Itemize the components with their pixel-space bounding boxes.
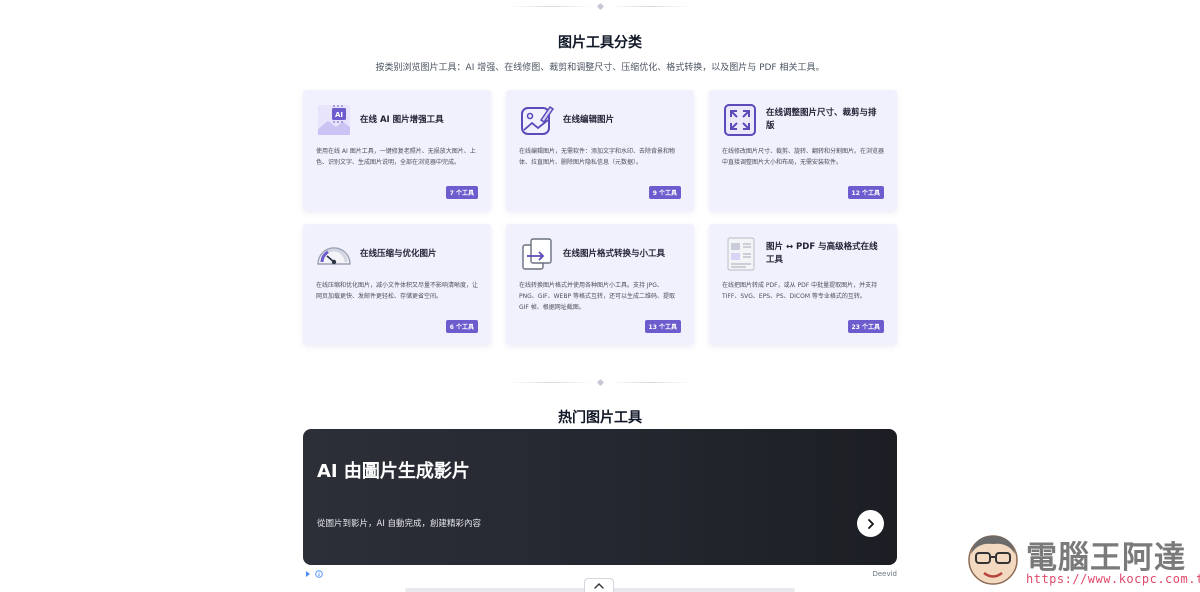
card-description: 在线转换图片格式并使用各种图片小工具。支持 JPG、PNG、GIF、WEBP 等… bbox=[519, 282, 675, 311]
card-description: 在线修改图片尺寸、裁剪、旋转、翻转和分割图片。在浏览器中直接调整图片大小和布局，… bbox=[722, 148, 884, 166]
tool-count-badge: 9 个工具 bbox=[648, 186, 681, 199]
category-card-ai[interactable]: AI 在线 AI 图片增强工具 使用在线 AI 图片工具，一键修复老照片、无损放… bbox=[303, 90, 491, 211]
promo-title: AI 由圖片生成影片 bbox=[317, 461, 470, 482]
tool-count-badge: 7 个工具 bbox=[445, 186, 478, 199]
watermark-name: 電腦王阿達 bbox=[1026, 540, 1186, 576]
watermark: 電腦王阿達 https://www.kocpc.com.tw/ bbox=[960, 522, 1200, 592]
pdf-document-icon bbox=[722, 236, 758, 272]
card-title: 在线压缩与优化图片 bbox=[360, 248, 437, 259]
ad-choices[interactable] bbox=[305, 570, 323, 578]
category-card-compress[interactable]: 在线压缩与优化图片 在线压缩和优化图片，减小文件体积又尽量不影响清晰度，让网页加… bbox=[303, 224, 491, 345]
convert-icon bbox=[519, 236, 555, 272]
top-divider bbox=[510, 1, 690, 11]
watermark-url: https://www.kocpc.com.tw/ bbox=[1026, 572, 1200, 586]
category-card-pdf[interactable]: 图片 ↔ PDF 与高级格式在线工具 在线把图片转成 PDF，或从 PDF 中批… bbox=[709, 224, 897, 345]
ad-brand[interactable]: Deevid bbox=[862, 570, 897, 578]
tool-count-badge: 12 个工具 bbox=[847, 186, 884, 199]
page: 图片工具分类 按类别浏览图片工具：AI 增强、在线修图、裁剪和调整尺寸、压缩优化… bbox=[0, 0, 1200, 592]
resize-icon bbox=[722, 102, 758, 138]
card-title: 图片 ↔ PDF 与高级格式在线工具 bbox=[766, 242, 878, 265]
svg-text:AI: AI bbox=[335, 111, 343, 119]
card-title: 在线 AI 图片增强工具 bbox=[360, 114, 444, 125]
category-card-convert[interactable]: 在线图片格式转换与小工具 在线转换图片格式并使用各种图片小工具。支持 JPG、P… bbox=[506, 224, 694, 345]
category-card-edit[interactable]: 在线编辑图片 在线编辑图片，无需软件：添加文字和水印、去除背景和物体、拉直图片、… bbox=[506, 90, 694, 211]
compress-gauge-icon bbox=[316, 236, 352, 272]
category-grid: AI 在线 AI 图片增强工具 使用在线 AI 图片工具，一键修复老照片、无损放… bbox=[303, 90, 897, 345]
mascot-face-icon bbox=[968, 535, 1018, 585]
ai-image-icon: AI bbox=[316, 102, 352, 138]
popular-title: 热门图片工具 bbox=[558, 410, 642, 426]
card-description: 在线编辑图片，无需软件：添加文字和水印、去除背景和物体、拉直图片、删除图片隐私信… bbox=[519, 148, 676, 166]
middle-divider bbox=[510, 377, 690, 387]
card-description: 使用在线 AI 图片工具，一键修复老照片、无损放大图片、上色、识别文字、生成图片… bbox=[316, 148, 476, 166]
image-edit-icon bbox=[519, 102, 555, 138]
card-title: 在线图片格式转换与小工具 bbox=[563, 248, 666, 259]
scroll-top-button[interactable] bbox=[584, 578, 614, 592]
promo-subtitle: 從圖片到影片，AI 自動完成，創建精彩內容 bbox=[317, 519, 482, 529]
categories-subtitle: 按类别浏览图片工具：AI 增强、在线修图、裁剪和调整尺寸、压缩优化、格式转换，以… bbox=[375, 63, 825, 73]
card-title: 在线调整图片尺寸、裁剪与排版 bbox=[766, 108, 877, 131]
tool-count-badge: 13 个工具 bbox=[644, 320, 681, 333]
promo-banner[interactable]: AI 由圖片生成影片 從圖片到影片，AI 自動完成，創建精彩內容 bbox=[303, 429, 897, 565]
play-icon[interactable] bbox=[305, 570, 311, 578]
category-card-resize[interactable]: 在线调整图片尺寸、裁剪与排版 在线修改图片尺寸、裁剪、旋转、翻转和分割图片。在浏… bbox=[709, 90, 897, 211]
chevron-up-icon bbox=[594, 582, 604, 589]
promo-next-button[interactable] bbox=[857, 510, 884, 537]
categories-title: 图片工具分类 bbox=[558, 35, 642, 51]
tool-count-badge: 23 个工具 bbox=[847, 320, 884, 333]
tool-count-badge: 6 个工具 bbox=[445, 320, 478, 333]
chevron-right-icon bbox=[867, 518, 874, 529]
card-description: 在线压缩和优化图片，减小文件体积又尽量不影响清晰度，让网页加载更快、发邮件更轻松… bbox=[316, 282, 478, 300]
card-title: 在线编辑图片 bbox=[563, 114, 615, 125]
card-description: 在线把图片转成 PDF，或从 PDF 中批量提取图片，并支持 TIFF、SVG、… bbox=[722, 282, 878, 300]
info-icon[interactable] bbox=[315, 570, 323, 578]
